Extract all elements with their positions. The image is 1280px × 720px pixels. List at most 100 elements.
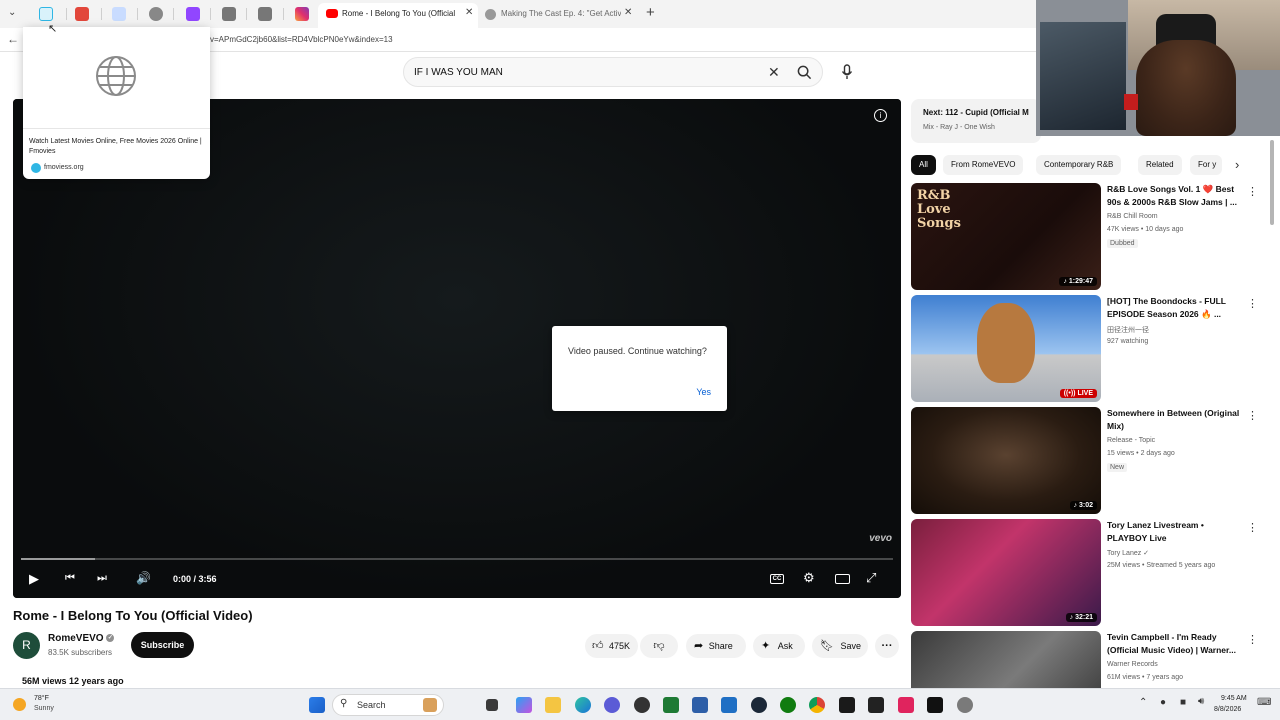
chip-all[interactable]: All	[911, 155, 936, 175]
back-arrow-icon[interactable]: ←	[7, 32, 19, 46]
tab-favicon-1[interactable]	[39, 7, 53, 21]
weather-temperature[interactable]: 78°F	[34, 695, 49, 702]
recommendation-channel[interactable]: Release - Topic	[1107, 437, 1155, 444]
volume-icon[interactable]: 🔊	[136, 571, 151, 585]
video-thumbnail[interactable]	[911, 631, 1101, 688]
app-icon[interactable]	[692, 697, 708, 713]
tab-favicon-7[interactable]	[258, 7, 272, 21]
steam-icon[interactable]	[751, 697, 767, 713]
recommendation-item[interactable]: Tevin Campbell - I'm Ready (Official Mus…	[911, 631, 1261, 688]
taskbar-search[interactable]: ⚲ Search	[332, 694, 444, 716]
channel-avatar[interactable]: R	[13, 632, 40, 659]
tiktok-icon[interactable]	[927, 697, 943, 713]
subscribe-button[interactable]: Subscribe	[131, 632, 194, 658]
notification-icon[interactable]: ⌨	[1257, 697, 1271, 708]
outlook-icon[interactable]	[721, 697, 737, 713]
captions-icon[interactable]: CC	[770, 574, 784, 584]
save-button[interactable]: 🔖︎ Save	[812, 634, 868, 658]
recommendation-channel[interactable]: 田径注州一径	[1107, 325, 1149, 335]
tab-favicon-3[interactable]	[112, 7, 126, 21]
page-scrollbar[interactable]	[1270, 140, 1274, 225]
recommendation-title[interactable]: Somewhere in Between (Original Mix)	[1107, 407, 1245, 433]
next-icon[interactable]: ⏭	[97, 572, 107, 585]
speaker-icon[interactable]: 🔊︎	[1198, 696, 1204, 707]
tab-making-the-cast[interactable]: Making The Cast Ep. 4: "Get Activ ✕	[482, 3, 636, 28]
search-bar[interactable]: IF I WAS YOU MAN ✕	[403, 57, 823, 87]
recommendation-channel[interactable]: R&B Chill Room	[1107, 213, 1158, 220]
recommendation-channel[interactable]: Warner Records	[1107, 661, 1158, 668]
video-thumbnail[interactable]: R&B Love Songs ♪ 1:29:47	[911, 183, 1101, 290]
more-vertical-icon[interactable]: ⋮	[1247, 633, 1258, 646]
recommendation-channel[interactable]: Tory Lanez ✓	[1107, 549, 1149, 557]
chips-next-arrow-icon[interactable]: ›	[1235, 157, 1239, 172]
recommendation-title[interactable]: Tory Lanez Livestream • PLAYBOY Live	[1107, 519, 1245, 545]
more-vertical-icon[interactable]: ⋮	[1247, 409, 1258, 422]
recommendation-title[interactable]: Tevin Campbell - I'm Ready (Official Mus…	[1107, 631, 1245, 657]
more-vertical-icon[interactable]: ⋮	[1247, 521, 1258, 534]
video-thumbnail[interactable]: ((•)) LIVE	[911, 295, 1101, 402]
up-next-mix[interactable]: Next: 112 - Cupid (Official M Mix - Ray …	[911, 99, 1041, 143]
clear-search-icon[interactable]: ✕	[768, 64, 780, 81]
continue-yes-button[interactable]: Yes	[696, 387, 711, 397]
taskbar-date[interactable]: 8/8/2026	[1214, 706, 1241, 713]
recommendation-item[interactable]: ♪ 3:02 Somewhere in Between (Original Mi…	[911, 407, 1261, 514]
tab-favicon-4[interactable]	[149, 7, 163, 21]
app-icon[interactable]	[839, 697, 855, 713]
tray-app-icon[interactable]: ■	[1180, 697, 1186, 708]
weather-description[interactable]: Sunny	[34, 705, 54, 712]
dislike-button[interactable]: 👎︎	[640, 634, 678, 658]
more-vertical-icon[interactable]: ⋮	[1247, 297, 1258, 310]
app-icon[interactable]	[898, 697, 914, 713]
search-icon[interactable]	[797, 65, 812, 80]
channel-name-text[interactable]: RomeVEVO	[48, 633, 104, 644]
chip-from-romevevo[interactable]: From RomeVEVO	[943, 155, 1024, 175]
more-vertical-icon[interactable]: ⋮	[1247, 185, 1258, 198]
more-actions-button[interactable]: ···	[875, 634, 899, 658]
tab-active[interactable]: Rome - I Belong To You (Official V ✕	[318, 3, 478, 28]
messenger-icon[interactable]	[604, 697, 620, 713]
chrome-icon[interactable]	[809, 697, 825, 713]
nvidia-icon[interactable]	[663, 697, 679, 713]
copilot-icon[interactable]	[516, 697, 532, 713]
channel-name[interactable]: RomeVEVO ✓	[48, 633, 115, 644]
fullscreen-icon[interactable]: ⤢	[866, 570, 876, 586]
microphone-icon[interactable]	[841, 64, 853, 80]
previous-icon[interactable]: ⏮	[65, 572, 75, 585]
close-tab-icon[interactable]: ✕	[624, 7, 632, 18]
search-input[interactable]: IF I WAS YOU MAN	[414, 67, 503, 78]
instagram-icon[interactable]	[295, 7, 309, 21]
chip-related[interactable]: Related	[1138, 155, 1182, 175]
tab-list-chevron-icon[interactable]: ⌄	[8, 7, 16, 18]
tab-favicon-6[interactable]	[222, 7, 236, 21]
close-tab-icon[interactable]: ✕	[465, 7, 473, 18]
windows-start-icon[interactable]	[309, 697, 325, 713]
tab-favicon-2[interactable]	[75, 7, 89, 21]
like-button[interactable]: 👍︎ 475K	[585, 634, 638, 658]
ask-button[interactable]: ✦ Ask	[753, 634, 805, 658]
xbox-icon[interactable]	[780, 697, 796, 713]
share-button[interactable]: ➦ Share	[686, 634, 746, 658]
chip-for-you[interactable]: For y	[1190, 155, 1222, 175]
tray-chevron-icon[interactable]: ⌃	[1139, 697, 1147, 708]
video-thumbnail[interactable]: ♪ 3:02	[911, 407, 1101, 514]
url-field[interactable]: v=APmGdC2jb60&list=RD4VblcPN0eYw&index=1…	[210, 35, 393, 44]
app-icon[interactable]	[634, 697, 650, 713]
video-thumbnail[interactable]: ♪ 32:21	[911, 519, 1101, 626]
taskbar-time[interactable]: 9:45 AM	[1221, 695, 1247, 702]
recommendation-item[interactable]: ♪ 32:21 Tory Lanez Livestream • PLAYBOY …	[911, 519, 1261, 626]
file-explorer-icon[interactable]	[545, 697, 561, 713]
recommendation-title[interactable]: R&B Love Songs Vol. 1 ❤️ Best 90s & 2000…	[1107, 183, 1245, 209]
play-icon[interactable]: ▶	[29, 571, 39, 587]
info-icon[interactable]: i	[874, 109, 887, 122]
edge-browser-icon[interactable]	[575, 697, 591, 713]
tray-app-icon[interactable]: ●	[1160, 697, 1166, 708]
settings-gear-icon[interactable]: ⚙	[803, 570, 815, 586]
recommendation-item[interactable]: R&B Love Songs ♪ 1:29:47 R&B Love Songs …	[911, 183, 1261, 290]
recommendation-item[interactable]: ((•)) LIVE [HOT] The Boondocks - FULL EP…	[911, 295, 1261, 402]
chip-contemporary-rnb[interactable]: Contemporary R&B	[1036, 155, 1122, 175]
task-view-icon[interactable]	[486, 699, 498, 711]
up-next-title[interactable]: Next: 112 - Cupid (Official M	[923, 108, 1029, 117]
settings-gear-icon[interactable]	[957, 697, 973, 713]
theater-mode-icon[interactable]	[835, 574, 850, 584]
new-tab-plus-icon[interactable]: +	[646, 4, 655, 21]
